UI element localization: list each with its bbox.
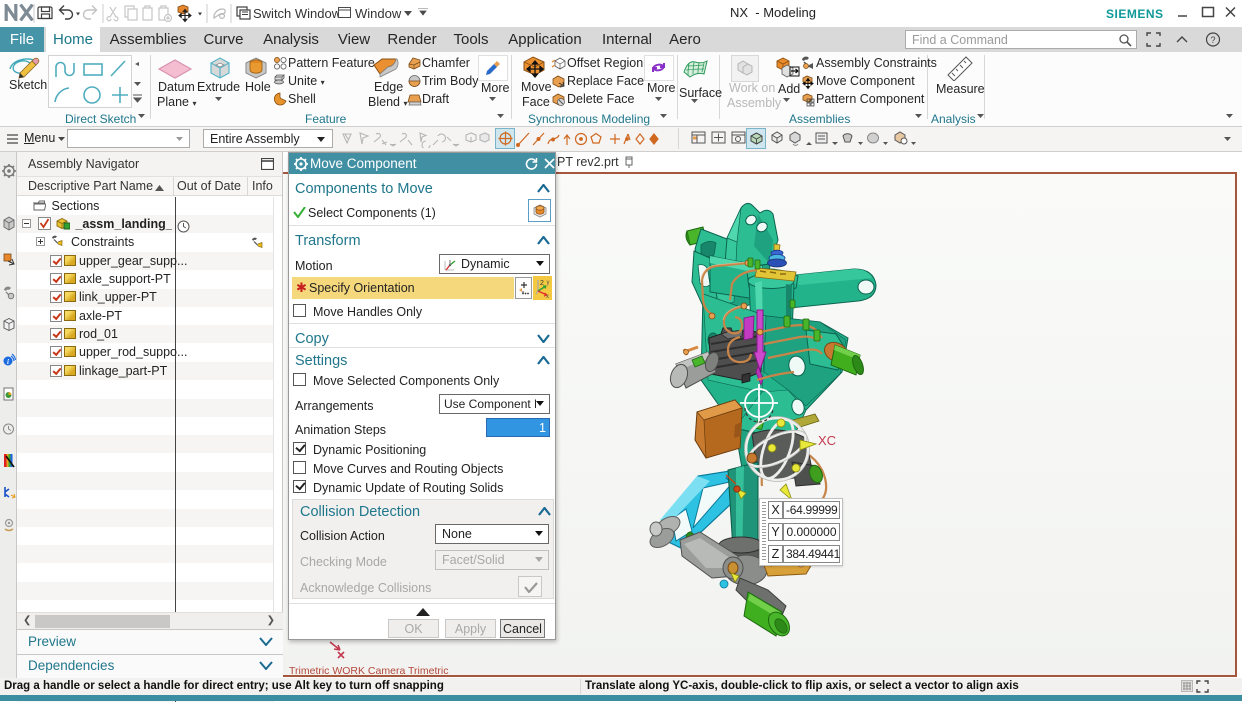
svg-text:XC: XC	[818, 433, 836, 448]
svg-text:2: 2	[540, 280, 544, 287]
svg-text:?: ?	[1210, 35, 1215, 45]
svg-text:i: i	[7, 358, 9, 366]
svg-text:y: y	[547, 280, 550, 286]
svg-text:x: x	[546, 294, 549, 298]
